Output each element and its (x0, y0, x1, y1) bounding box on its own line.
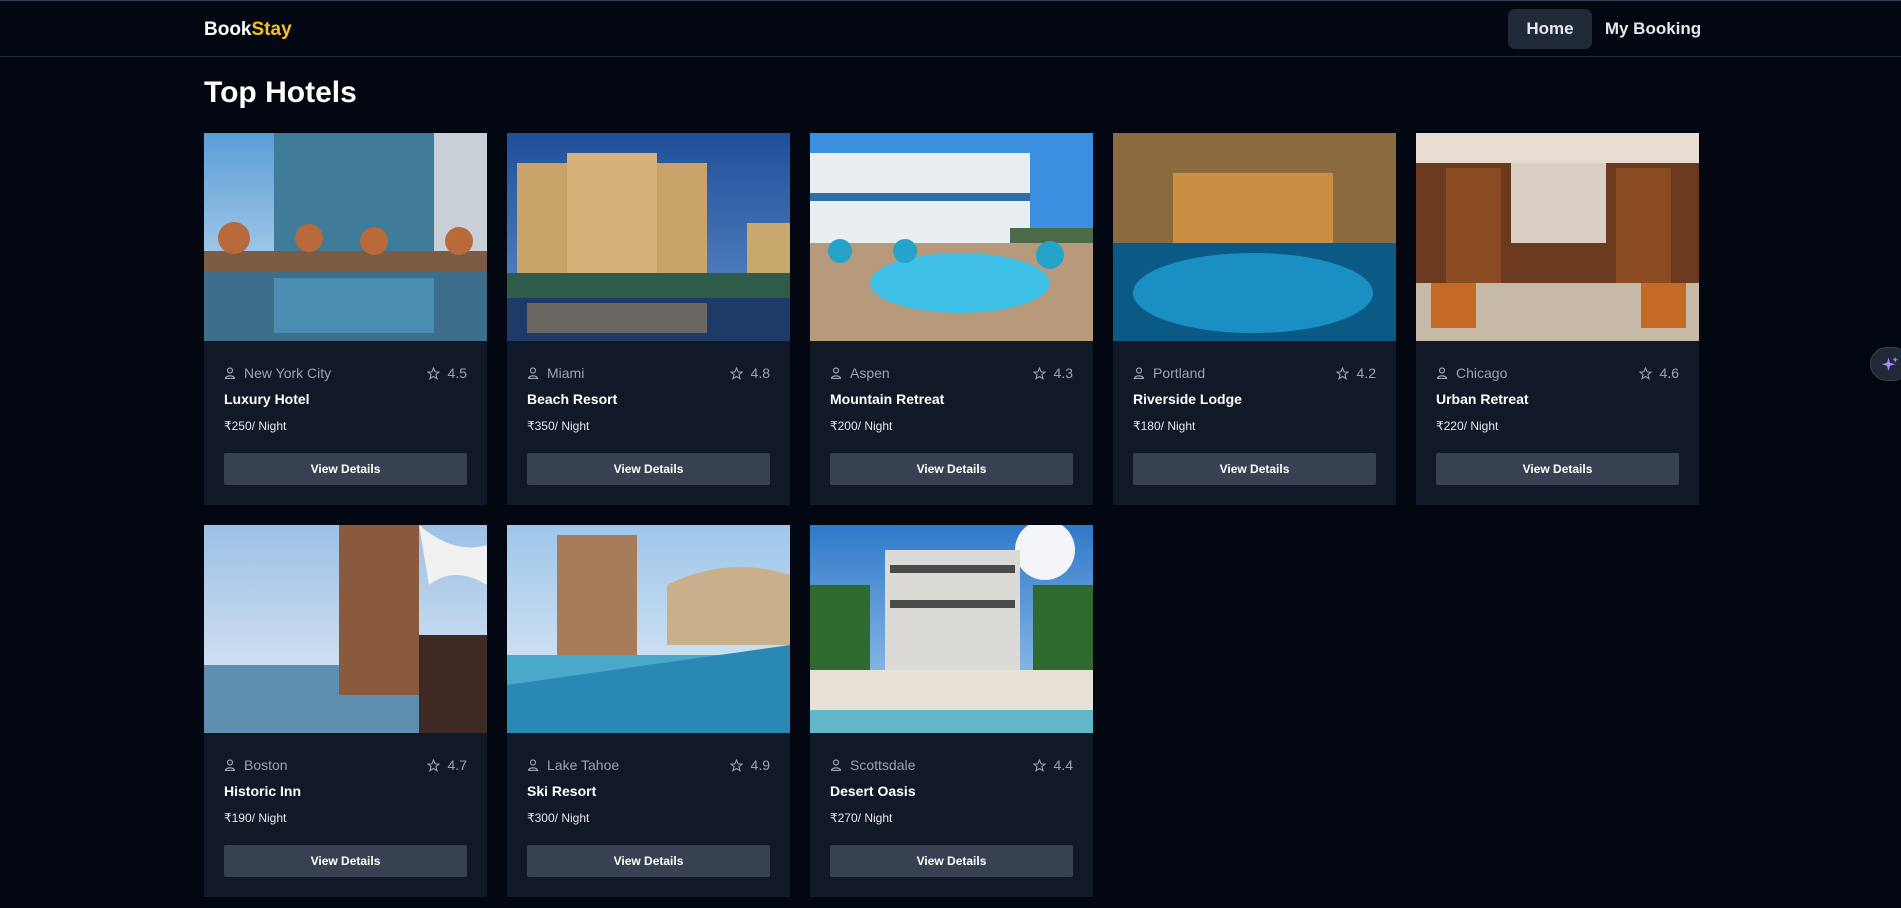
navbar: BookStay Home My Booking (0, 1, 1901, 57)
hotel-rating: 4.6 (1659, 365, 1679, 381)
hotel-location: Portland (1153, 365, 1206, 381)
view-details-button[interactable]: View Details (527, 845, 770, 877)
hotel-name: Mountain Retreat (830, 391, 945, 407)
nav-home-button[interactable]: Home (1508, 9, 1592, 49)
user-icon (1436, 367, 1448, 379)
hotel-meta: Portland 4.2 (1133, 363, 1376, 383)
hotel-price: ₹220/ Night (1436, 419, 1499, 433)
user-icon (224, 759, 236, 771)
view-details-button[interactable]: View Details (830, 845, 1073, 877)
hotel-location: Boston (244, 757, 288, 773)
hotel-price: ₹190/ Night (224, 811, 287, 825)
brand-logo[interactable]: BookStay (204, 19, 292, 41)
hotel-name: Ski Resort (527, 783, 597, 799)
hotel-image (204, 133, 487, 341)
view-details-button[interactable]: View Details (830, 453, 1073, 485)
hotel-image (507, 133, 790, 341)
hotel-price: ₹270/ Night (830, 811, 893, 825)
hotel-location: Lake Tahoe (547, 757, 620, 773)
view-details-button[interactable]: View Details (1436, 453, 1679, 485)
hotel-meta: Chicago 4.6 (1436, 363, 1679, 383)
hotel-card: Aspen 4.3 Mountain Retreat ₹200/ Night V… (810, 133, 1093, 505)
hotel-location: Miami (547, 365, 585, 381)
hotel-location: Aspen (850, 365, 890, 381)
hotel-price: ₹250/ Night (224, 419, 287, 433)
view-details-button[interactable]: View Details (224, 845, 467, 877)
hotel-meta: Boston 4.7 (224, 755, 467, 775)
hotel-card: New York City 4.5 Luxury Hotel ₹250/ Nig… (204, 133, 487, 505)
brand-part-book: Book (204, 19, 252, 40)
hotel-card: Scottsdale 4.4 Desert Oasis ₹270/ Night … (810, 525, 1093, 897)
hotel-meta: Miami 4.8 (527, 363, 770, 383)
hotel-meta: Scottsdale 4.4 (830, 755, 1073, 775)
hotel-location: New York City (244, 365, 332, 381)
sparkle-icon (1881, 356, 1899, 371)
user-icon (830, 367, 842, 379)
hotel-image (810, 133, 1093, 341)
hotel-image (204, 525, 487, 733)
hotel-rating: 4.9 (750, 757, 770, 773)
page-title: Top Hotels (204, 76, 357, 109)
hotel-rating: 4.4 (1053, 757, 1073, 773)
star-icon (729, 758, 743, 772)
hotel-name: Historic Inn (224, 783, 302, 799)
hotel-card: Portland 4.2 Riverside Lodge ₹180/ Night… (1113, 133, 1396, 505)
hotel-card: Miami 4.8 Beach Resort ₹350/ Night View … (507, 133, 790, 505)
hotel-price: ₹350/ Night (527, 419, 590, 433)
hotel-name: Urban Retreat (1436, 391, 1529, 407)
star-icon (1032, 366, 1046, 380)
view-details-button[interactable]: View Details (1133, 453, 1376, 485)
hotel-meta: Aspen 4.3 (830, 363, 1073, 383)
hotel-rating: 4.8 (750, 365, 770, 381)
hotel-image (1113, 133, 1396, 341)
star-icon (1638, 366, 1652, 380)
star-icon (1335, 366, 1349, 380)
hotel-name: Luxury Hotel (224, 391, 310, 407)
hotel-location: Chicago (1456, 365, 1508, 381)
hotel-rating: 4.5 (447, 365, 467, 381)
star-icon (426, 366, 440, 380)
hotel-price: ₹200/ Night (830, 419, 893, 433)
hotel-rating: 4.2 (1356, 365, 1376, 381)
user-icon (1133, 367, 1145, 379)
user-icon (224, 367, 236, 379)
hotel-price: ₹180/ Night (1133, 419, 1196, 433)
hotel-meta: Lake Tahoe 4.9 (527, 755, 770, 775)
hotel-card: Boston 4.7 Historic Inn ₹190/ Night View… (204, 525, 487, 897)
hotel-rating: 4.3 (1053, 365, 1073, 381)
view-details-button[interactable]: View Details (527, 453, 770, 485)
view-details-button[interactable]: View Details (224, 453, 467, 485)
hotel-name: Riverside Lodge (1133, 391, 1242, 407)
user-icon (830, 759, 842, 771)
hotel-location: Scottsdale (850, 757, 916, 773)
user-icon (527, 759, 539, 771)
hotel-image (810, 525, 1093, 733)
hotel-price: ₹300/ Night (527, 811, 590, 825)
hotel-name: Desert Oasis (830, 783, 916, 799)
star-icon (729, 366, 743, 380)
hotel-rating: 4.7 (447, 757, 467, 773)
hotel-name: Beach Resort (527, 391, 618, 407)
hotel-meta: New York City 4.5 (224, 363, 467, 383)
hotel-image (507, 525, 790, 733)
hotel-card: Lake Tahoe 4.9 Ski Resort ₹300/ Night Vi… (507, 525, 790, 897)
star-icon (1032, 758, 1046, 772)
star-icon (426, 758, 440, 772)
hotel-card: Chicago 4.6 Urban Retreat ₹220/ Night Vi… (1416, 133, 1699, 505)
hotel-image (1416, 133, 1699, 341)
brand-part-stay: Stay (251, 19, 292, 40)
nav-my-booking-button[interactable]: My Booking (1593, 9, 1713, 49)
user-icon (527, 367, 539, 379)
assistant-fab[interactable] (1870, 347, 1901, 381)
